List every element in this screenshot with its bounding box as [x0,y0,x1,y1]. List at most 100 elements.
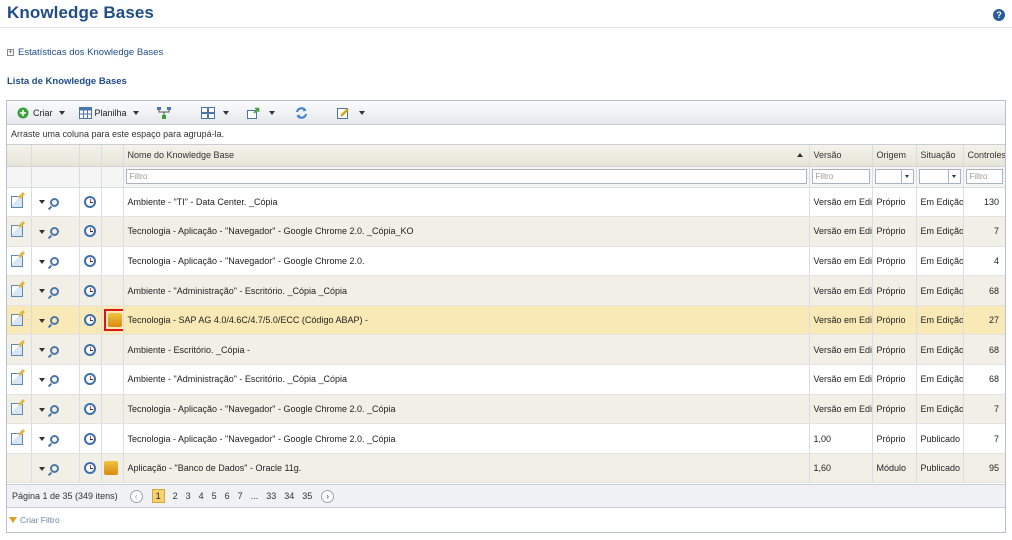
clock-icon[interactable] [83,373,96,386]
chevron-down-icon[interactable] [38,229,45,234]
edit-cell[interactable] [7,246,32,277]
edit-icon[interactable] [11,343,23,356]
page-number[interactable]: 2 [173,491,178,501]
chevron-down-icon[interactable] [38,289,45,294]
magnifier-icon[interactable] [49,227,59,237]
clock-icon[interactable] [83,195,96,208]
page-number[interactable]: 7 [238,491,243,501]
edit-cell[interactable] [7,423,32,454]
page-number[interactable]: 1 [151,489,165,503]
clock-icon[interactable] [83,284,96,297]
export-button[interactable] [243,104,279,122]
edit-cell[interactable] [7,334,32,366]
edit-cell[interactable] [7,305,32,336]
clock-icon[interactable] [83,314,96,327]
edit-cell[interactable] [7,394,32,425]
refresh-button[interactable] [291,104,315,122]
table-row[interactable]: Ambiente - Escritório. _Cópia - Versão em… [7,334,1005,366]
magnifier-icon[interactable] [49,405,59,415]
create-button[interactable]: Criar [13,104,69,122]
layout-button[interactable] [197,104,233,122]
spreadsheet-icon [78,106,92,119]
magnifier-icon[interactable] [49,464,59,474]
page-number[interactable]: 6 [225,491,230,501]
chevron-down-icon[interactable] [38,259,45,264]
magnifier-icon[interactable] [49,434,59,444]
clock-icon[interactable] [83,343,96,356]
page-number[interactable]: 34 [284,491,294,501]
sap-badge-icon[interactable] [107,313,122,328]
table-row[interactable]: Tecnologia - Aplicação - "Navegador" - G… [7,394,1005,425]
chevron-down-icon[interactable] [38,466,45,471]
edit-icon[interactable] [11,373,23,386]
page-number[interactable]: 4 [199,491,204,501]
magnifier-icon[interactable] [49,375,59,385]
stats-expander[interactable]: + Estatísticas dos Knowledge Bases [7,47,163,58]
magnifier-icon[interactable] [49,286,59,296]
chevron-down-icon[interactable] [38,377,45,382]
next-page-icon[interactable]: › [321,489,335,503]
create-filter-link[interactable]: Criar Filtro [9,515,60,525]
table-row[interactable]: Aplicação - "Banco de Dados" - Oracle 11… [7,453,1005,484]
clock-icon[interactable] [83,432,96,445]
page-number[interactable]: 35 [302,491,312,501]
plus-icon[interactable]: + [7,49,14,56]
hierarchy-button[interactable] [153,104,177,122]
table-row[interactable]: Ambiente - "Administração" - Escritório.… [7,364,1005,395]
edit-cell[interactable] [7,275,32,306]
magnifier-icon[interactable] [49,345,59,355]
edit-icon[interactable] [11,225,23,238]
header-name[interactable]: Nome do Knowledge Base [123,145,810,167]
chevron-down-icon[interactable] [38,437,45,442]
table-row[interactable]: Tecnologia - Aplicação - "Navegador" - G… [7,246,1005,277]
magnifier-icon[interactable] [49,316,59,326]
chevron-down-icon[interactable] [38,200,45,205]
sap-badge-icon[interactable] [103,461,118,476]
filter-status-select[interactable] [918,169,961,184]
header-origin[interactable]: Origem [872,145,917,167]
table-row[interactable]: Tecnologia - Aplicação - "Navegador" - G… [7,216,1005,247]
page-number[interactable]: 3 [186,491,191,501]
edit-cell[interactable] [7,216,32,247]
edit-cell[interactable] [7,364,32,395]
sheet-button[interactable]: Planilha [75,104,143,122]
magnifier-icon[interactable] [49,197,59,207]
chevron-down-icon[interactable] [38,318,45,323]
history-cell [79,453,102,484]
filter-controls-input[interactable]: Filtro [965,169,1003,184]
filter-origin-select[interactable] [874,169,914,184]
edit-menu-button[interactable] [333,104,369,122]
edit-icon[interactable] [11,402,23,415]
chevron-down-icon[interactable] [947,170,960,183]
filter-name-input[interactable]: Filtro [125,169,807,184]
table-row[interactable]: Ambiente - "TI" - Data Center. _Cópia Ver… [7,187,1005,218]
header-status[interactable]: Situação [916,145,964,167]
table-row[interactable]: Tecnologia - SAP AG 4.0/4.6C/4.7/5.0/ECC… [7,305,1005,336]
kb-status: Em Edição [916,334,964,366]
clock-icon[interactable] [83,225,96,238]
table-row[interactable]: Ambiente - "Administração" - Escritório.… [7,275,1005,306]
filter-version-input[interactable]: Filtro [811,169,870,184]
clock-icon[interactable] [83,462,96,475]
clock-icon[interactable] [83,402,96,415]
chevron-down-icon[interactable] [38,407,45,412]
header-controls[interactable]: Controles [963,145,1005,167]
edit-icon[interactable] [11,432,23,445]
chevron-down-icon[interactable] [38,348,45,353]
chevron-down-icon[interactable] [900,170,913,183]
edit-icon[interactable] [11,254,23,267]
stats-link-label[interactable]: Estatísticas dos Knowledge Bases [18,47,163,58]
clock-icon[interactable] [83,254,96,267]
edit-cell[interactable] [7,187,32,218]
table-row[interactable]: Tecnologia - Aplicação - "Navegador" - G… [7,423,1005,454]
help-icon[interactable]: ? [993,9,1005,21]
edit-icon[interactable] [11,284,23,297]
group-by-area[interactable]: Arraste uma coluna para este espaço para… [7,125,1005,145]
edit-icon[interactable] [11,314,23,327]
page-number[interactable]: 5 [212,491,217,501]
page-number[interactable]: 33 [266,491,276,501]
edit-icon[interactable] [11,195,23,208]
magnifier-icon[interactable] [49,257,59,267]
header-version[interactable]: Versão [809,145,873,167]
prev-page-icon[interactable]: ‹ [129,489,143,503]
